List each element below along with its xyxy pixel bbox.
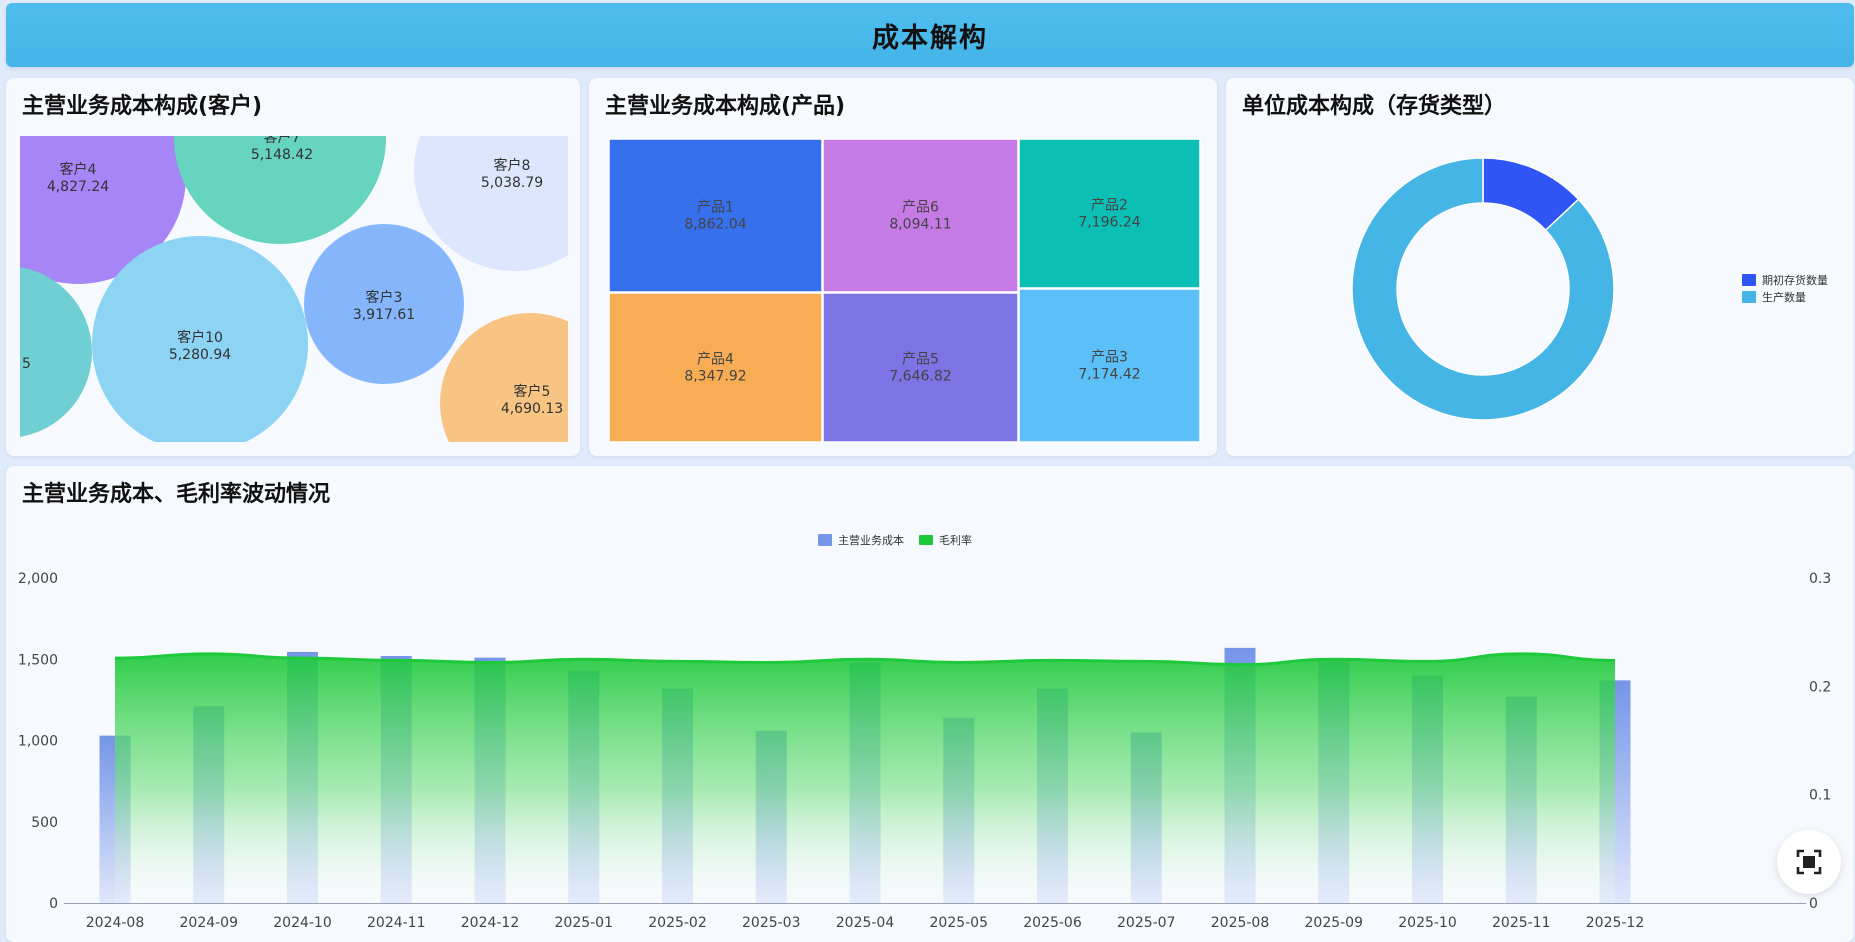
- margin-area: [115, 653, 1615, 903]
- treemap-label: 产品4: [697, 352, 734, 368]
- bubble-value: 5,280.94: [169, 347, 231, 363]
- bubble-value: 4,690.13: [501, 401, 563, 417]
- y-right-tick-label: 0.2: [1809, 679, 1831, 695]
- bubble-8: [266, 442, 442, 456]
- x-tick-label: 2024-12: [461, 915, 520, 931]
- bubble-label: 客户4: [60, 161, 97, 178]
- y-left-tick-label: 1,500: [18, 652, 58, 668]
- bubble-group: 客户44,827.24 客户75,148.42 客户85,038.79 客户105,2…: [20, 129, 568, 456]
- bubble-label: 客户10: [177, 329, 223, 346]
- cost-margin-trend-chart: 主营业务成本 毛利率 0 500 1,000 1,500 2,000 0 0.1 0.2 0.3 20…: [18, 533, 1831, 931]
- treemap-value: 7,174.42: [1078, 367, 1140, 383]
- product-treemap-chart: 产品18,862.04 产品68,094.11 产品27,196.24 产品48,34…: [608, 138, 1201, 443]
- fullscreen-icon: [1796, 849, 1822, 875]
- fullscreen-button[interactable]: [1777, 830, 1841, 894]
- x-tick-label: 2024-10: [273, 915, 332, 931]
- product-cost-panel: 主营业务成本构成(产品) 产品1 8,862.04 产品6 8,094.11 产品2 7,…: [589, 78, 1217, 456]
- treemap-label: 产品3: [1091, 350, 1128, 366]
- x-tick-label: 2025-06: [1023, 915, 1082, 931]
- y-left-tick-label: 500: [31, 815, 58, 831]
- treemap-tile-5: [822, 292, 1019, 443]
- legend-swatch-margin: [919, 535, 933, 545]
- x-tick-label: 2024-11: [367, 915, 426, 931]
- x-tick-label: 2024-08: [86, 915, 145, 931]
- legend-swatch: [1742, 274, 1756, 286]
- y-left-tick-label: 1,000: [18, 734, 58, 750]
- legend-label: 期初存货数量: [1762, 273, 1828, 287]
- treemap-label: 产品6: [902, 200, 939, 216]
- bubble-partial-label: 5: [22, 356, 31, 372]
- treemap-value: 8,862.04: [684, 217, 746, 233]
- bubble-label: 客户3: [366, 289, 403, 306]
- x-tick-label: 2025-04: [836, 915, 895, 931]
- treemap-label: 产品5: [902, 352, 939, 368]
- treemap-tile-3: [1018, 138, 1201, 289]
- y-right-tick-label: 0.1: [1809, 788, 1831, 804]
- x-tick-label: 2025-07: [1117, 915, 1176, 931]
- bubble-6: [440, 313, 568, 442]
- treemap-value: 8,347.92: [684, 369, 746, 385]
- legend-label: 生产数量: [1762, 290, 1806, 304]
- bubble-label: 客户7: [264, 129, 301, 146]
- bubble-value: 5,038.79: [481, 175, 543, 191]
- x-tick-label: 2025-05: [930, 915, 989, 931]
- bubble-value: 3,917.61: [353, 307, 415, 323]
- trend-legend: 主营业务成本 毛利率: [818, 533, 972, 547]
- x-tick-label: 2025-11: [1492, 915, 1551, 931]
- x-tick-label: 2025-09: [1305, 915, 1364, 931]
- x-tick-label: 2024-09: [180, 915, 239, 931]
- customer-bubble-chart: 客户44,827.24 客户75,148.42 客户85,038.79 客户105,2…: [20, 129, 568, 456]
- x-tick-label: 2025-12: [1586, 915, 1645, 931]
- legend-swatch-cost: [818, 534, 832, 546]
- legend-label-margin: 毛利率: [939, 533, 972, 547]
- bubble-7: [20, 267, 92, 437]
- treemap-tile-1: [608, 138, 823, 293]
- page-header: 成本解构: [6, 3, 1854, 67]
- y-right-tick-label: 0: [1809, 896, 1818, 912]
- treemap-label: 产品1: [697, 200, 734, 216]
- legend-label-cost: 主营业务成本: [838, 533, 904, 547]
- x-tick-label: 2025-08: [1211, 915, 1270, 931]
- x-tick-label: 2025-01: [555, 915, 614, 931]
- treemap-value: 7,196.24: [1078, 215, 1140, 231]
- y-right-tick-label: 0.3: [1809, 571, 1831, 587]
- treemap-tile-2: [822, 138, 1019, 293]
- treemap-value: 7,646.82: [889, 369, 951, 385]
- treemap-value: 8,094.11: [889, 217, 951, 233]
- x-tick-label: 2025-02: [648, 915, 707, 931]
- bubble-label: 客户5: [514, 383, 551, 400]
- unit-cost-donut-chart: 期初存货数量生产数量: [1351, 157, 1828, 421]
- x-tick-label: 2025-03: [742, 915, 801, 931]
- legend-swatch: [1742, 291, 1756, 303]
- x-tick-label: 2025-10: [1398, 915, 1457, 931]
- y-left-tick-label: 0: [49, 896, 58, 912]
- customer-cost-panel: 主营业务成本构成(客户) 客户4 4,827.24 客户7 5,148.42 客户8 5,…: [6, 78, 580, 456]
- bubble-value: 4,827.24: [47, 179, 109, 195]
- page-title: 成本解构: [872, 22, 988, 53]
- treemap-tile-4: [608, 292, 823, 443]
- bubble-label: 客户8: [494, 157, 531, 174]
- cost-margin-trend-panel: 主营业务成本、毛利率波动情况 主营业务成本 毛利率 0 500 1,000 1,500 2,…: [6, 466, 1854, 942]
- y-left-tick-label: 2,000: [18, 571, 58, 587]
- unit-cost-panel: 单位成本构成（存货类型） 期初存货数量 生产数量: [1226, 78, 1854, 456]
- bubble-value: 5,148.42: [251, 147, 313, 163]
- treemap-label: 产品2: [1091, 198, 1128, 214]
- treemap-tile-6: [1018, 288, 1201, 443]
